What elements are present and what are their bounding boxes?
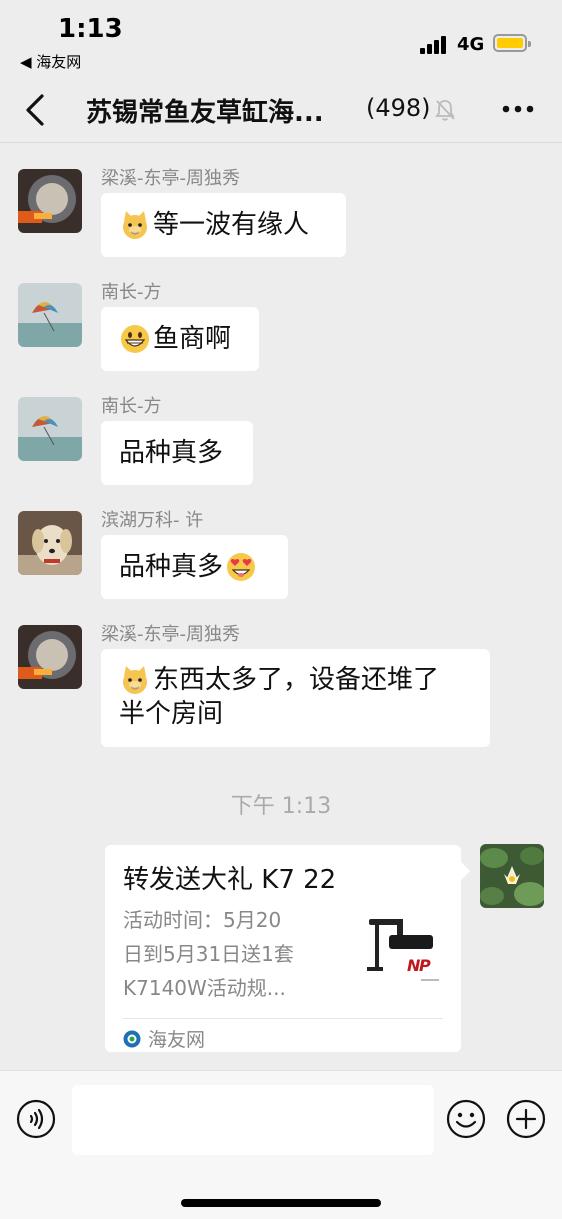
card-divider (123, 1018, 443, 1019)
back-chevron-icon[interactable] (20, 90, 56, 130)
message-bubble[interactable]: 东西太多了，设备还堆了 半个房间 (101, 649, 490, 747)
card-desc-line: K7140W活动规... (123, 976, 286, 1000)
avatar[interactable] (18, 397, 82, 461)
avatar[interactable] (18, 625, 82, 689)
heart-eyes-emoji-icon (227, 553, 256, 581)
emoji-icon[interactable] (446, 1099, 486, 1139)
message-text: 鱼商啊 (153, 324, 232, 354)
chat-timestamp: 下午 1:13 (230, 794, 332, 819)
chat-header: 苏锡常鱼友草缸海... (498) (0, 80, 562, 143)
avatar[interactable] (18, 283, 82, 347)
sender-name: 滨湖万科- 许 (101, 510, 204, 531)
message-text: 品种真多 (119, 552, 224, 582)
card-desc-line: 日到5月31日送1套 (123, 942, 294, 966)
card-source: 海友网 (123, 1025, 205, 1052)
status-bar: 1:13 ◀ 海友网 4G (0, 0, 562, 80)
shared-link-card[interactable]: 转发送大礼 K7 22 活动时间：5月20 日到5月31日送1套 K7140W活… (105, 845, 461, 1052)
source-name: 海友网 (148, 1029, 206, 1051)
more-icon[interactable] (500, 94, 536, 124)
card-description: 活动时间：5月20 日到5月31日送1套 K7140W活动规... (123, 903, 347, 1005)
sender-name: 梁溪-东亭-周独秀 (101, 624, 240, 645)
avatar[interactable] (18, 169, 82, 233)
message-bubble[interactable]: 品种真多 (101, 421, 253, 485)
card-thumbnail: N P (361, 909, 445, 993)
sender-name: 南长-方 (101, 396, 162, 417)
message-bubble[interactable]: 鱼商啊 (101, 307, 259, 371)
card-title: 转发送大礼 K7 22 (123, 865, 337, 895)
plus-icon[interactable] (506, 1099, 546, 1139)
message-text: 等一波有缘人 (153, 210, 310, 240)
signal-icon (420, 36, 450, 54)
message-text-line2: 半个房间 (119, 699, 224, 729)
input-bar (0, 1070, 562, 1219)
battery-icon (493, 34, 531, 52)
message-text: 品种真多 (119, 438, 224, 468)
cat-face-emoji-icon (123, 211, 147, 239)
back-to-app-link[interactable]: ◀ 海友网 (20, 51, 81, 72)
cat-face-emoji-icon (123, 666, 147, 694)
message-input[interactable] (72, 1085, 434, 1155)
status-time: 1:13 (58, 14, 123, 44)
network-type: 4G (457, 34, 485, 55)
home-indicator[interactable] (181, 1199, 381, 1207)
sender-name: 梁溪-东亭-周独秀 (101, 168, 240, 189)
chat-title: 苏锡常鱼友草缸海... (86, 98, 324, 128)
voice-icon[interactable] (16, 1099, 56, 1139)
member-count: (498) (366, 94, 431, 122)
source-app-icon (123, 1030, 141, 1047)
sender-name: 南长-方 (101, 282, 162, 303)
avatar[interactable] (18, 511, 82, 575)
message-text: 东西太多了，设备还堆了 (153, 665, 440, 695)
message-bubble[interactable]: 等一波有缘人 (101, 193, 346, 257)
mute-bell-icon (435, 100, 455, 121)
card-desc-line: 活动时间：5月20 (123, 908, 282, 932)
bubble-tail (461, 862, 470, 880)
svg-text:P: P (419, 956, 431, 975)
grinning-face-emoji-icon (121, 325, 149, 353)
self-avatar[interactable] (480, 844, 544, 908)
message-bubble[interactable]: 品种真多 (101, 535, 288, 599)
